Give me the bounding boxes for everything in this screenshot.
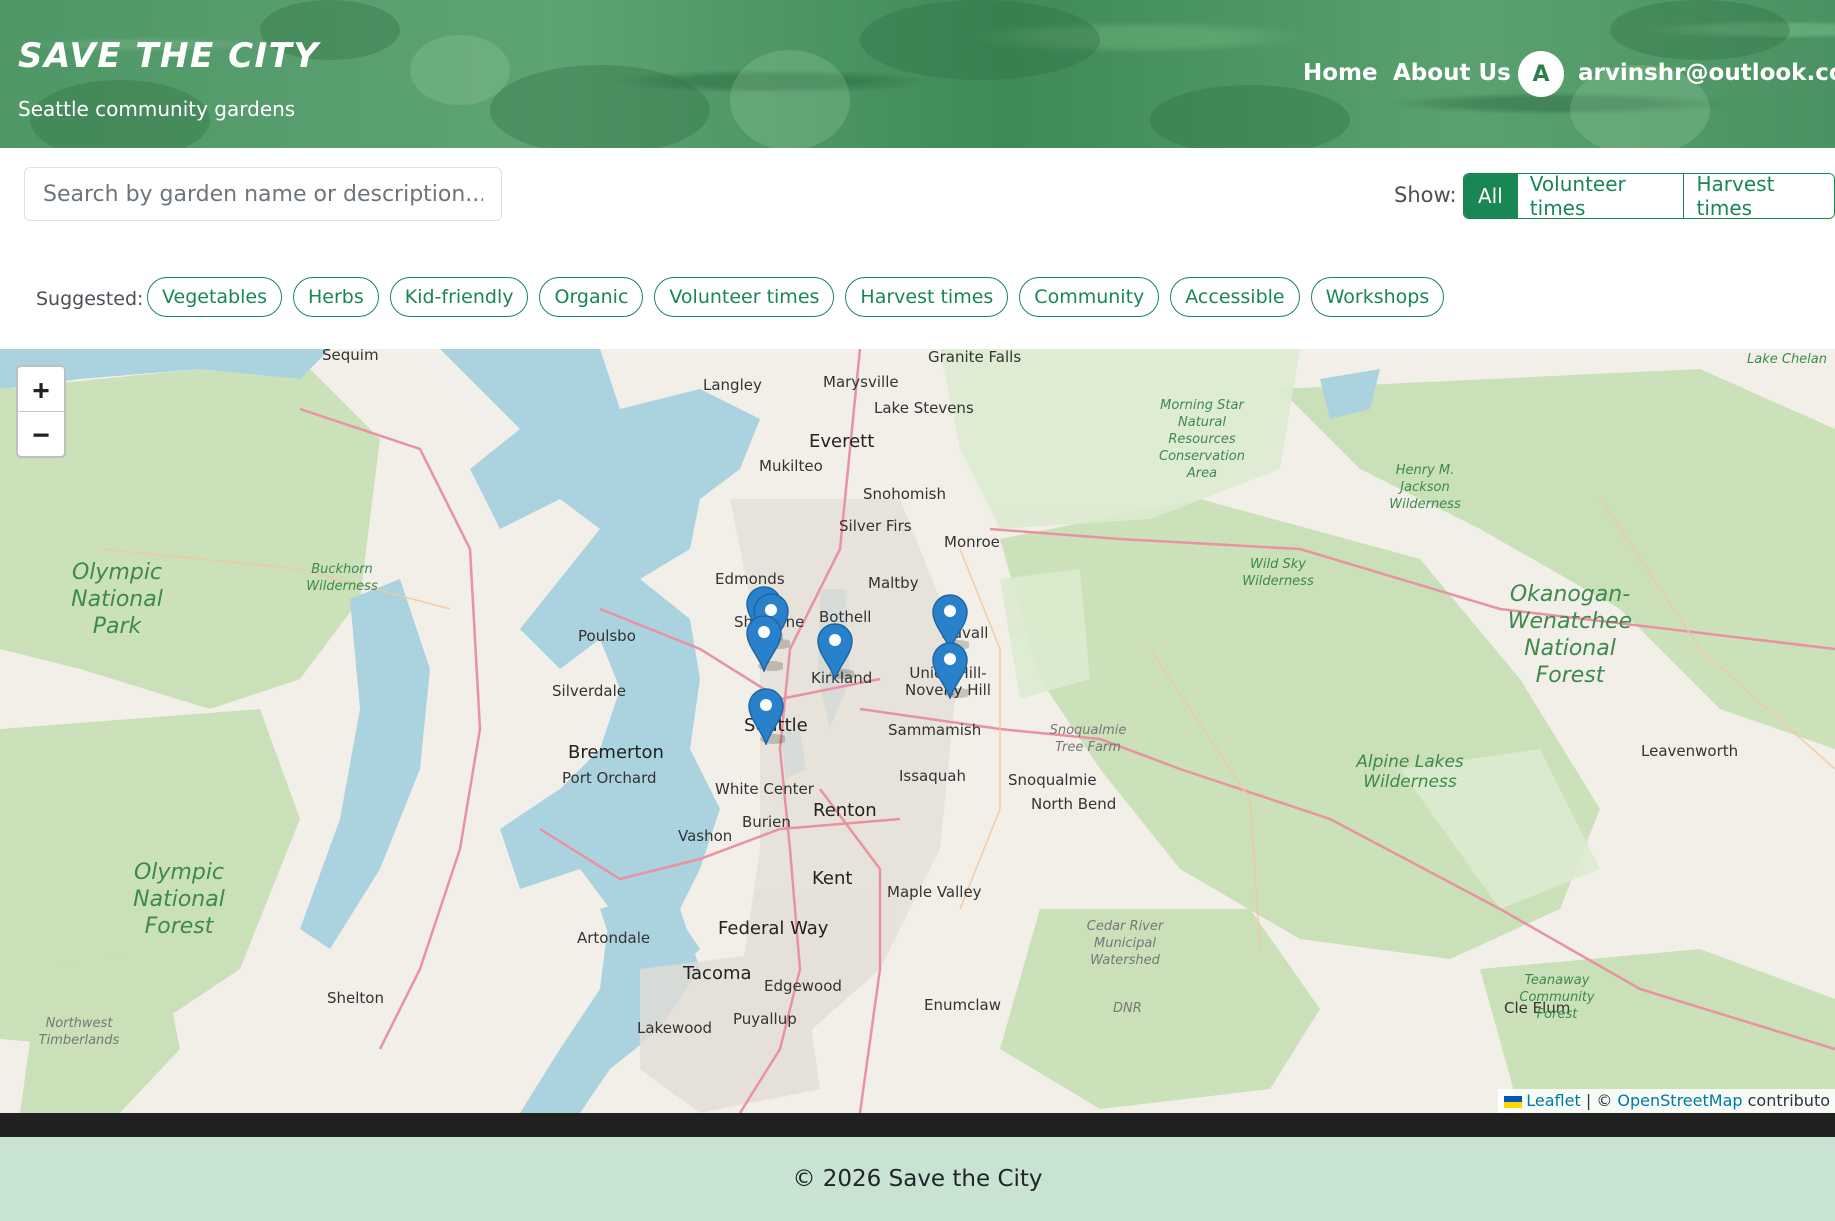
search-input[interactable] (24, 167, 502, 221)
map-label-northwest-timberlands: Northwest Timberlands (38, 1016, 120, 1048)
map-label-lake-stevens: Lake Stevens (874, 399, 974, 417)
map-label-federal-way: Federal Way (718, 918, 829, 939)
map-label-wild-sky: Wild Sky Wilderness (1242, 557, 1314, 589)
footer-divider-bar (0, 1113, 1835, 1137)
map-label-edgewood: Edgewood (764, 977, 842, 995)
zoom-in-button[interactable]: + (18, 367, 64, 411)
openstreetmap-link[interactable]: OpenStreetMap (1617, 1091, 1742, 1110)
map-label-sammamish: Sammamish (888, 721, 982, 739)
show-filter-toggle: All Volunteer times Harvest times (1463, 173, 1835, 219)
attribution-separator: | © (1580, 1091, 1618, 1110)
map-attribution: Leaflet | © OpenStreetMap contributo (1498, 1089, 1835, 1113)
leaflet-link[interactable]: Leaflet (1526, 1091, 1580, 1110)
zoom-out-button[interactable]: − (18, 411, 64, 456)
chip-community[interactable]: Community (1019, 277, 1160, 317)
map-label-olympic-national-forest: Olympic National Forest (133, 860, 225, 939)
nav-about-link[interactable]: About Us (1393, 60, 1511, 86)
map-label-henry-jackson: Henry M. Jackson Wilderness (1389, 463, 1461, 512)
map-label-everett: Everett (809, 431, 875, 452)
garden-marker-icon[interactable] (745, 614, 786, 674)
map-label-sequim: Sequim (322, 349, 379, 364)
map-label-lake-chelan: Lake Chelan (1747, 352, 1827, 367)
map-label-granite-falls: Granite Falls (928, 349, 1022, 366)
show-filter-label: Show: (1394, 183, 1457, 207)
map-label-snohomish: Snohomish (863, 485, 946, 503)
map-label-tacoma: Tacoma (683, 963, 752, 984)
map-label-snoqualmie-tree-farm: Snoqualmie Tree Farm (1049, 723, 1127, 755)
map-label-okanogan-wenatchee: Okanogan-Wenatchee National Forest (1507, 582, 1633, 688)
chip-herbs[interactable]: Herbs (292, 277, 379, 317)
map-label-enumclaw: Enumclaw (924, 996, 1001, 1014)
map-label-maple-valley: Maple Valley (887, 883, 982, 901)
map-label-langley: Langley (703, 376, 762, 394)
map-label-north-bend: North Bend (1031, 795, 1117, 813)
footer-copyright: © 2026 Save the City (792, 1166, 1043, 1192)
map-label-marysville: Marysville (823, 373, 899, 391)
site-header: Save the City Seattle community gardens … (0, 0, 1835, 148)
nav-home-link[interactable]: Home (1303, 60, 1378, 86)
map-label-white-center: White Center (715, 780, 814, 798)
map-label-bremerton: Bremerton (568, 742, 664, 763)
map-label-puyallup: Puyallup (733, 1010, 797, 1028)
chip-workshops[interactable]: Workshops (1310, 277, 1445, 317)
user-avatar[interactable]: A (1518, 51, 1564, 97)
map-label-artondale: Artondale (577, 929, 651, 947)
map-zoom-control: + − (16, 365, 66, 458)
site-tagline: Seattle community gardens (18, 97, 296, 121)
map-label-leavenworth: Leavenworth (1641, 742, 1739, 760)
suggested-label: Suggested: (36, 288, 144, 310)
chip-kid-friendly[interactable]: Kid-friendly (389, 277, 529, 317)
map-label-monroe: Monroe (944, 533, 1000, 551)
map-label-issaquah: Issaquah (899, 767, 966, 785)
garden-map[interactable]: Sequim Granite Falls Lake Chelan Langley… (0, 349, 1835, 1113)
map-label-olympic-national-park: Olympic National Park (71, 560, 163, 639)
map-label-morning-star: Morning Star Natural Resources Conservat… (1159, 398, 1245, 481)
map-label-dnr: DNR (1113, 1001, 1142, 1016)
suggested-chips: Vegetables Herbs Kid-friendly Organic Vo… (147, 277, 1445, 317)
map-label-mukilteo: Mukilteo (759, 457, 823, 475)
map-label-silverdale: Silverdale (552, 682, 626, 700)
map-label-kent: Kent (812, 868, 853, 889)
chip-harvest-times[interactable]: Harvest times (845, 277, 1009, 317)
map-label-port-orchard: Port Orchard (562, 769, 657, 787)
filter-all-button[interactable]: All (1464, 174, 1517, 218)
map-label-renton: Renton (813, 800, 877, 821)
garden-marker-icon[interactable] (747, 687, 788, 747)
filter-volunteer-times-button[interactable]: Volunteer times (1516, 174, 1684, 218)
chip-vegetables[interactable]: Vegetables (147, 277, 282, 317)
map-label-maltby: Maltby (868, 574, 919, 592)
map-label-lakewood: Lakewood (637, 1019, 713, 1037)
map-label-snoqualmie: Snoqualmie (1008, 771, 1097, 789)
map-label-burien: Burien (742, 813, 791, 831)
garden-marker-icon[interactable] (931, 641, 972, 701)
chip-volunteer-times[interactable]: Volunteer times (654, 277, 835, 317)
map-label-teanaway: Teanaway Community Forest (1519, 973, 1595, 1022)
site-footer: © 2026 Save the City (0, 1137, 1835, 1221)
map-label-vashon: Vashon (678, 827, 733, 845)
map-label-silver-firs: Silver Firs (839, 517, 912, 535)
map-label-cedar-river: Cedar River Municipal Watershed (1086, 919, 1164, 968)
map-label-shelton: Shelton (327, 989, 384, 1007)
attribution-contributors: contributo (1742, 1091, 1830, 1110)
map-label-buckhorn-wilderness: Buckhorn Wilderness (306, 562, 378, 594)
map-label-poulsbo: Poulsbo (578, 627, 636, 645)
filter-harvest-times-button[interactable]: Harvest times (1683, 174, 1834, 218)
site-brand[interactable]: Save the City (18, 36, 320, 76)
garden-marker-icon[interactable] (816, 622, 857, 682)
user-email[interactable]: arvinshr@outlook.com (1578, 60, 1835, 86)
chip-organic[interactable]: Organic (539, 277, 644, 317)
map-label-alpine-lakes: Alpine Lakes Wilderness (1356, 752, 1464, 792)
chip-accessible[interactable]: Accessible (1170, 277, 1300, 317)
ukraine-flag-icon (1504, 1095, 1523, 1108)
